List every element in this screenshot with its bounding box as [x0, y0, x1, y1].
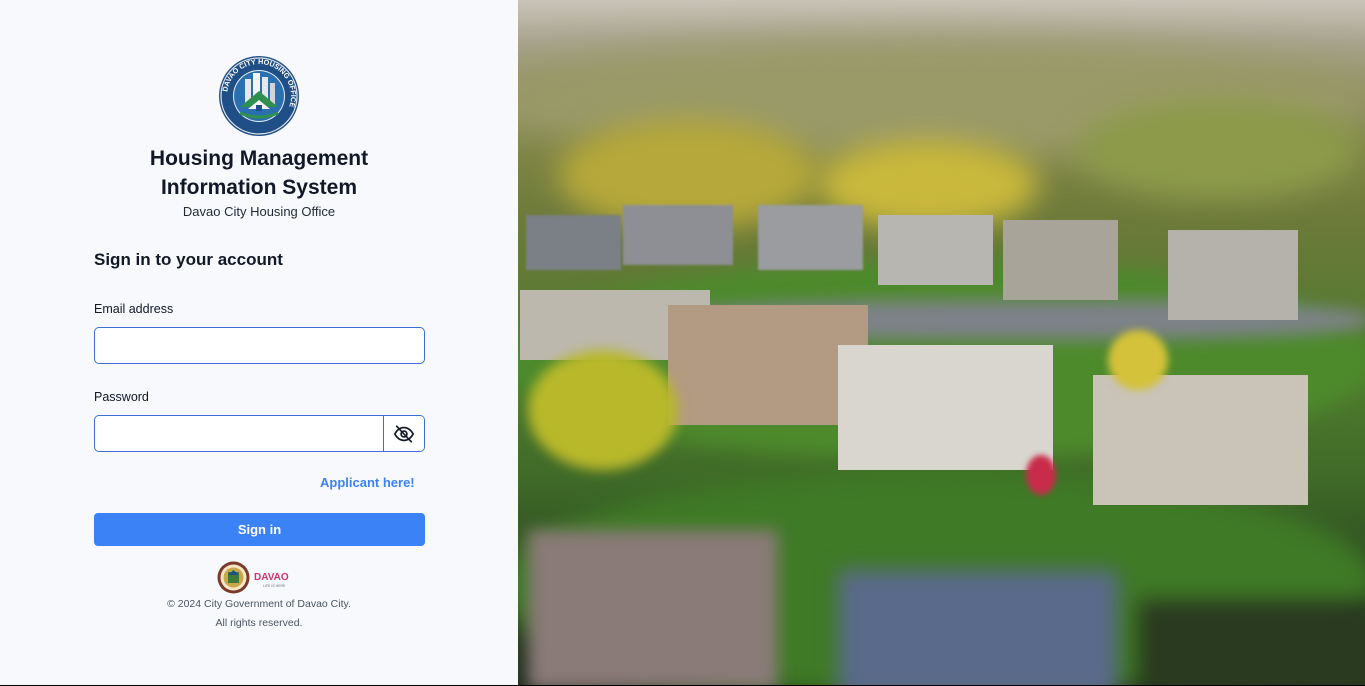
email-field[interactable] — [94, 327, 425, 364]
davao-logo-text: DAVAO — [254, 572, 289, 583]
rights-text: All rights reserved. — [215, 617, 303, 629]
app-title-line1: Housing Management — [149, 147, 369, 170]
copyright-text: © 2024 City Government of Davao City. — [167, 598, 351, 610]
password-label: Password — [94, 390, 149, 404]
signin-button[interactable]: Sign in — [94, 513, 425, 546]
housing-office-logo-icon: DAVAO CITY HOUSING OFFICE — [219, 56, 299, 136]
office-subtitle: Davao City Housing Office — [182, 204, 336, 219]
login-panel: DAVAO CITY HOUSING OFFICE Housing Manage… — [0, 0, 518, 685]
signin-heading: Sign in to your account — [94, 250, 283, 269]
davao-logo-tagline: LIFE IS HERE — [263, 584, 286, 588]
eye-off-icon — [393, 424, 415, 443]
toggle-password-button[interactable] — [383, 416, 424, 451]
app-title-line2: Information System — [160, 176, 358, 199]
password-field-group — [94, 415, 425, 452]
city-seal-icon — [217, 561, 250, 594]
applicant-link[interactable]: Applicant here! — [320, 475, 415, 490]
email-label: Email address — [94, 302, 174, 316]
davao-life-is-here-logo-icon: DAVAO LIFE IS HERE — [254, 572, 289, 588]
hero-background-image — [518, 0, 1365, 685]
password-field[interactable] — [95, 416, 384, 451]
